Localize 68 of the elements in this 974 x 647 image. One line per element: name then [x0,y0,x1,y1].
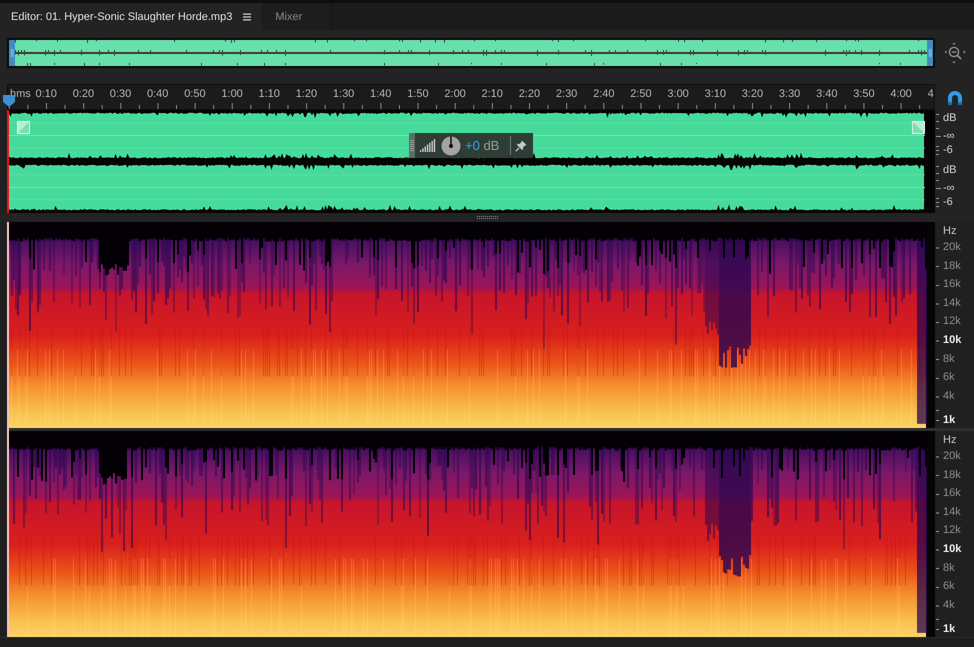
time-label: 0:50 [184,88,206,101]
scale-label: -6 [943,196,953,208]
scale-unit-label: Hz [943,433,956,447]
time-label: 3:00 [667,88,689,101]
scale-label: 20k [943,240,961,255]
scale-label: 16k [943,277,961,292]
time-label: 3:10 [704,88,726,101]
time-label: 3:30 [778,88,800,101]
scale-label: 18k [943,468,961,483]
menu-icon[interactable] [243,12,252,20]
scale-label: 20k [943,449,961,464]
time-label: 3:20 [742,88,764,101]
time-label: 1:10 [258,88,280,101]
scale-label: 1k [943,413,956,427]
time-label: 2:30 [556,88,578,101]
time-label: 0:30 [110,88,132,101]
fade-in-handle-icon[interactable] [17,121,30,134]
range-handle[interactable] [9,40,15,66]
scale-label: -∞ [943,182,955,194]
time-label: 2:00 [444,88,466,101]
scale-label: 10k [943,542,962,557]
time-label: 1:40 [370,88,392,101]
time-unit-label: hms [10,88,31,101]
fade-out-handle-icon[interactable] [912,121,925,134]
tab[interactable]: Editor: 01. Hyper-Sonic Slaughter Horde.mp3 [0,3,264,30]
pin-icon[interactable] [515,140,527,152]
zoom-out-icon[interactable] [944,42,966,64]
time-label: 2:20 [518,88,540,101]
time-label: 1:50 [407,88,429,101]
scale-label: 16k [943,486,961,502]
gain-knob[interactable] [441,136,461,156]
drag-grip-icon[interactable] [409,133,415,158]
scale-label: -6 [943,144,953,156]
time-label: 1:30 [332,88,354,101]
time-label: 0:20 [72,88,94,101]
time-label: 0:10 [36,88,57,101]
gain-readout[interactable]: +0 dB [465,138,500,153]
scale-label: 4k [943,388,955,404]
scale-label: dB [943,164,956,176]
time-label: 4:00 [890,88,912,101]
scale-label: 6k [943,370,955,386]
time-label: 3:40 [816,88,838,101]
scale-label: 14k [943,504,961,520]
range-handle[interactable] [927,40,933,66]
time-label: 3:50 [853,88,875,101]
scale-label: 1k [943,622,956,636]
scale-label: 12k [943,523,961,538]
volume-bars-icon [420,138,436,152]
scale-label: 14k [943,296,961,311]
time-label: 2:40 [593,88,615,101]
time-label: 2:50 [630,88,652,101]
time-label: 4 [928,88,934,101]
scale-label: dB [943,112,956,124]
scale-label: 6k [943,579,955,594]
time-label: 2:10 [482,88,503,101]
time-label: 1:00 [221,88,243,101]
scale-label: 8k [943,560,955,576]
time-label: 0:40 [147,88,168,101]
timeline-ruler[interactable]: hms 0:10 0:20 0:30 0:40 0:50 1:00 1:10 1:20 1:30 1:40 1:50 2:00 2:10 2:20 2:30 2:40 2:50 3:00 3:10 3:20 3:30 3:40 3:50 4:00 4 [7,84,935,110]
magnet-icon[interactable] [946,90,962,104]
scale-label: 4k [943,598,955,613]
scale-label: -∞ [943,130,955,142]
scale-label: 8k [943,352,955,367]
scale-label: 12k [943,314,961,330]
time-label: 1:20 [296,88,318,101]
scale-label: 18k [943,258,961,274]
scale-unit-label: Hz [943,224,956,238]
scale-label: 10k [943,332,962,348]
